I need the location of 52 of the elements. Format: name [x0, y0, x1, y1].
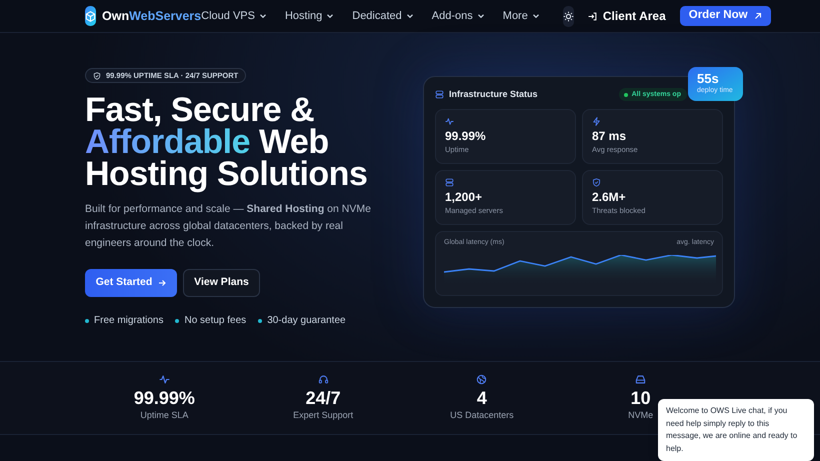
nav-menu-item[interactable]: Cloud VPS	[201, 8, 267, 24]
feature-text: Free migrations	[94, 314, 164, 328]
globe-icon	[476, 374, 488, 385]
stat-value: 24/7	[306, 386, 341, 409]
logo-icon	[85, 6, 96, 26]
metric-value: 2.6M+	[592, 190, 627, 204]
chat-message: Welcome to OWS Live chat, if you need help simply reply to this message, we are online and ready to help.	[658, 399, 814, 461]
pulse-icon	[445, 116, 454, 126]
nav-menu-item[interactable]: Dedicated	[352, 8, 414, 24]
metric-value: 99.99%	[445, 128, 487, 144]
theme-toggle-button[interactable]	[562, 6, 574, 26]
stat-value: 4	[476, 386, 487, 409]
chevron-down-icon	[476, 12, 485, 20]
shield-icon	[93, 72, 101, 80]
brand-name[interactable]: OwnWebServers	[102, 6, 202, 26]
arrow-up-right-icon	[754, 12, 762, 20]
stat-label: NVMe	[628, 408, 654, 422]
pulse-icon	[158, 374, 170, 385]
hero-title: Fast, Secure &	[85, 94, 314, 126]
client-area-link[interactable]: Client Area	[588, 7, 666, 25]
metric-value: 1,200+	[445, 190, 484, 204]
chevron-down-icon	[258, 12, 267, 20]
feature-text: 30-day guarantee	[267, 314, 346, 328]
server-icon	[435, 90, 444, 100]
chevron-down-icon	[532, 12, 540, 20]
feature-text: No setup fees	[184, 314, 246, 328]
stat-label: Expert Support	[293, 408, 354, 422]
chevron-down-icon	[326, 12, 334, 20]
login-icon	[588, 12, 597, 20]
hero-description: Built for performance and scale — Shared Hosting on NVMe infrastructure across global datacenters, backed by real engineers around the clock.	[85, 202, 372, 251]
metric-value: 87 ms	[592, 128, 628, 144]
chevron-down-icon	[406, 12, 414, 20]
card-title: Infrastructure Status	[449, 88, 538, 101]
order-now-button[interactable]: Order Now	[680, 6, 771, 26]
drive-icon	[635, 374, 646, 385]
hero-title: Hosting Solutions	[85, 158, 368, 190]
stat-value: 99.99%	[134, 386, 195, 409]
sun-icon	[562, 10, 574, 22]
stat-value: 10	[630, 386, 651, 409]
server-icon	[445, 178, 454, 186]
lightning-icon	[592, 116, 601, 126]
nav-menu-item[interactable]: Hosting	[284, 8, 334, 24]
get-started-button[interactable]: Get Started	[85, 269, 177, 297]
arrow-right-icon	[158, 279, 166, 287]
stat-label: US Datacenters	[450, 408, 514, 422]
shield-icon	[592, 178, 601, 186]
stat-label: Uptime SLA	[140, 408, 188, 422]
nav-menu-item[interactable]: Add-ons	[432, 8, 485, 24]
hero-title: Web	[258, 123, 329, 161]
view-plans-button[interactable]: View Plans	[183, 269, 260, 297]
nav-menu-item[interactable]: More	[502, 8, 540, 24]
headset-icon	[318, 374, 329, 385]
